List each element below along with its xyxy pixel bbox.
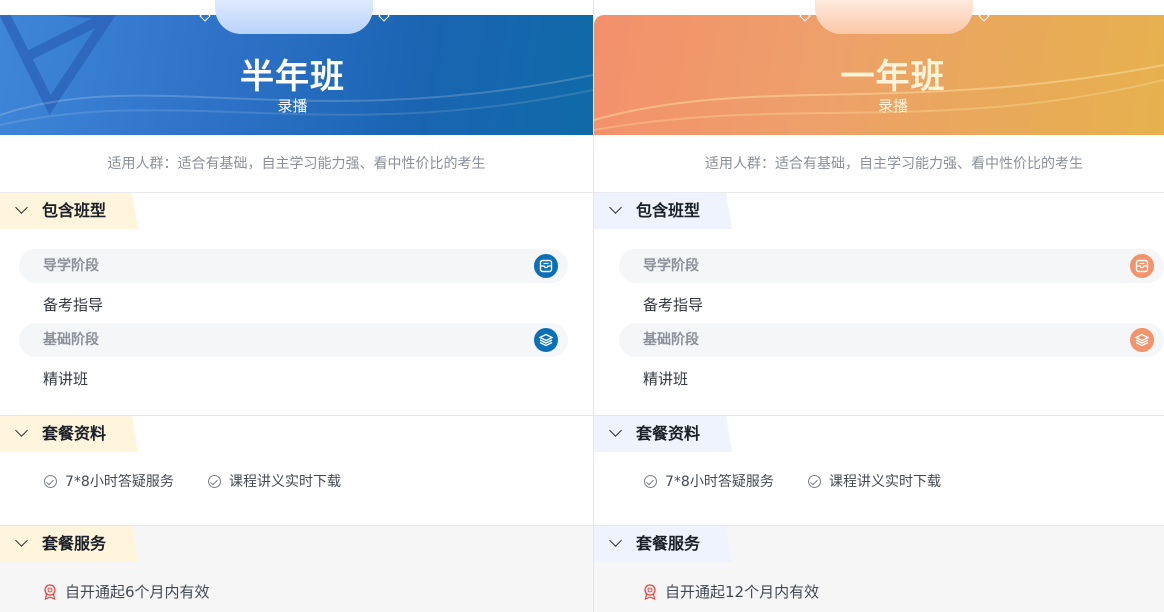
validity-label: 自开通起12个月内有效 [665, 583, 820, 601]
section-title: 包含班型 [636, 201, 701, 220]
plan-subtitle: 录播 [277, 97, 308, 115]
service-validity: 自开通起12个月内有效 [643, 582, 819, 602]
feature-item: 课程讲义实时下载 [208, 472, 341, 492]
section-header-services[interactable]: 套餐服务 [0, 526, 138, 562]
section-title: 套餐服务 [42, 534, 107, 553]
validity-label: 自开通起6个月内有效 [65, 583, 210, 601]
class-item: 精讲班 [43, 370, 89, 388]
divider [594, 525, 1164, 526]
medal-icon [44, 584, 56, 600]
layers-icon [534, 328, 558, 352]
medal-icon [644, 584, 656, 600]
feature-label: 7*8小时答疑服务 [65, 474, 174, 490]
check-circle-icon [644, 475, 657, 488]
banner-tab-ornament [215, 0, 373, 34]
section-header-services[interactable]: 套餐服务 [594, 526, 732, 562]
section-header-included[interactable]: 包含班型 [0, 193, 138, 229]
stage-row: 导学阶段 [19, 249, 568, 283]
section-title: 套餐服务 [636, 534, 701, 553]
chevron-down-icon [15, 201, 28, 214]
chevron-down-icon [609, 534, 622, 547]
book-icon [534, 254, 558, 278]
divider [0, 415, 593, 416]
service-validity: 自开通起6个月内有效 [43, 582, 210, 602]
feature-label: 课程讲义实时下载 [829, 474, 941, 490]
audience-text: 适用人群：适合有基础，自主学习能力强、看中性价比的考生 [594, 135, 1164, 193]
section-title: 套餐资料 [42, 424, 107, 443]
section-header-materials[interactable]: 套餐资料 [0, 416, 138, 452]
section-header-included[interactable]: 包含班型 [594, 193, 732, 229]
feature-label: 7*8小时答疑服务 [665, 474, 774, 490]
plan-subtitle: 录播 [877, 97, 908, 115]
chevron-down-icon [15, 424, 28, 437]
audience-text: 适用人群：适合有基础，自主学习能力强、看中性价比的考生 [0, 135, 593, 193]
feature-label: 课程讲义实时下载 [229, 474, 341, 490]
feature-item: 7*8小时答疑服务 [644, 472, 774, 492]
stage-row: 基础阶段 [19, 323, 568, 357]
stage-row: 基础阶段 [619, 323, 1164, 357]
banner-tab-ornament [815, 0, 973, 34]
divider [594, 415, 1164, 416]
stage-label: 导学阶段 [643, 258, 699, 274]
chevron-down-icon [609, 201, 622, 214]
plan-card-half-year[interactable]: 半年班 录播 适用人群：适合有基础，自主学习能力强、看中性价比的考生 包含班型 … [0, 0, 594, 612]
plan-title: 一年班 [840, 57, 946, 97]
section-header-materials[interactable]: 套餐资料 [594, 416, 732, 452]
class-item: 备考指导 [43, 296, 104, 314]
section-title: 包含班型 [42, 201, 107, 220]
chevron-down-icon [609, 424, 622, 437]
book-icon [1130, 254, 1154, 278]
stage-label: 导学阶段 [43, 258, 99, 274]
check-circle-icon [208, 475, 221, 488]
feature-item: 7*8小时答疑服务 [44, 472, 174, 492]
check-circle-icon [44, 475, 57, 488]
check-circle-icon [808, 475, 821, 488]
plan-title: 半年班 [240, 57, 345, 97]
stage-row: 导学阶段 [619, 249, 1164, 283]
class-item: 备考指导 [643, 296, 704, 314]
stage-label: 基础阶段 [43, 332, 99, 348]
plan-card-one-year[interactable]: 一年班 录播 适用人群：适合有基础，自主学习能力强、看中性价比的考生 包含班型 … [594, 0, 1164, 612]
stage-label: 基础阶段 [643, 332, 699, 348]
feature-item: 课程讲义实时下载 [808, 472, 941, 492]
layers-icon [1130, 328, 1154, 352]
class-item: 精讲班 [643, 370, 689, 388]
section-title: 套餐资料 [636, 424, 701, 443]
divider [0, 525, 593, 526]
chevron-down-icon [15, 534, 28, 547]
